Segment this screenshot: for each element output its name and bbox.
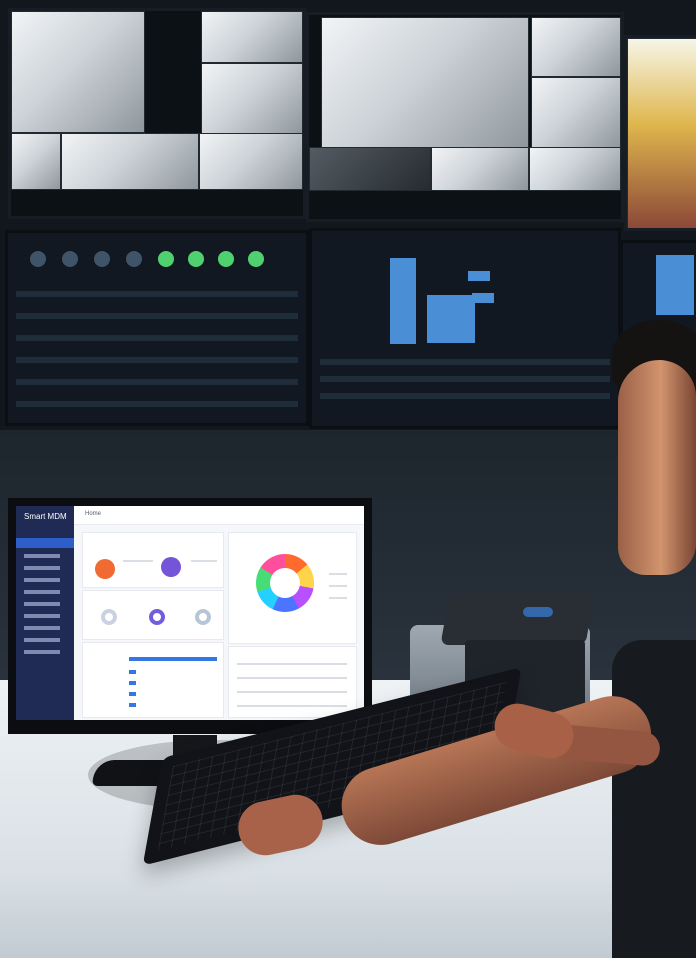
app-main: Home <box>74 506 364 720</box>
sidebar-item[interactable] <box>24 650 60 654</box>
cctv-video-wall-left <box>8 8 306 219</box>
control-room-photo: Smart MDM Home <box>0 0 696 958</box>
app-logo-text: Smart MDM <box>24 512 67 521</box>
page-title: Home <box>85 511 102 517</box>
monitor-screen: Smart MDM Home <box>16 506 364 720</box>
distribution-donut-chart <box>256 554 314 612</box>
user-icon <box>161 557 181 577</box>
sidebar-item[interactable] <box>24 554 60 558</box>
sidebar-item[interactable] <box>24 602 60 606</box>
sidebar-item[interactable] <box>24 626 60 630</box>
cctv-video-wall-right <box>624 35 696 231</box>
security-dashboard-screen-center <box>309 228 621 429</box>
overview-card <box>82 532 224 588</box>
app-topbar: Home <box>74 506 364 525</box>
person-face <box>618 360 696 575</box>
sidebar-active-item[interactable] <box>16 538 74 548</box>
status-card <box>82 590 224 640</box>
person-shirt <box>612 640 696 958</box>
sidebar-item[interactable] <box>24 614 60 618</box>
sidebar-item[interactable] <box>24 590 60 594</box>
cctv-video-wall-center <box>306 12 624 222</box>
desktop-monitor: Smart MDM Home <box>8 498 372 734</box>
device-list-card <box>228 646 357 718</box>
printer-top <box>440 593 595 645</box>
sidebar-item[interactable] <box>24 578 60 582</box>
app-sidebar: Smart MDM <box>16 506 74 720</box>
printer-button <box>523 607 553 617</box>
device-icon <box>95 559 115 579</box>
sidebar-item[interactable] <box>24 566 60 570</box>
security-dashboard-screen-left <box>5 230 309 426</box>
platform-distribution-card <box>228 532 357 644</box>
sidebar-item[interactable] <box>24 638 60 642</box>
bar-chart-card <box>82 642 224 718</box>
person <box>584 320 696 958</box>
